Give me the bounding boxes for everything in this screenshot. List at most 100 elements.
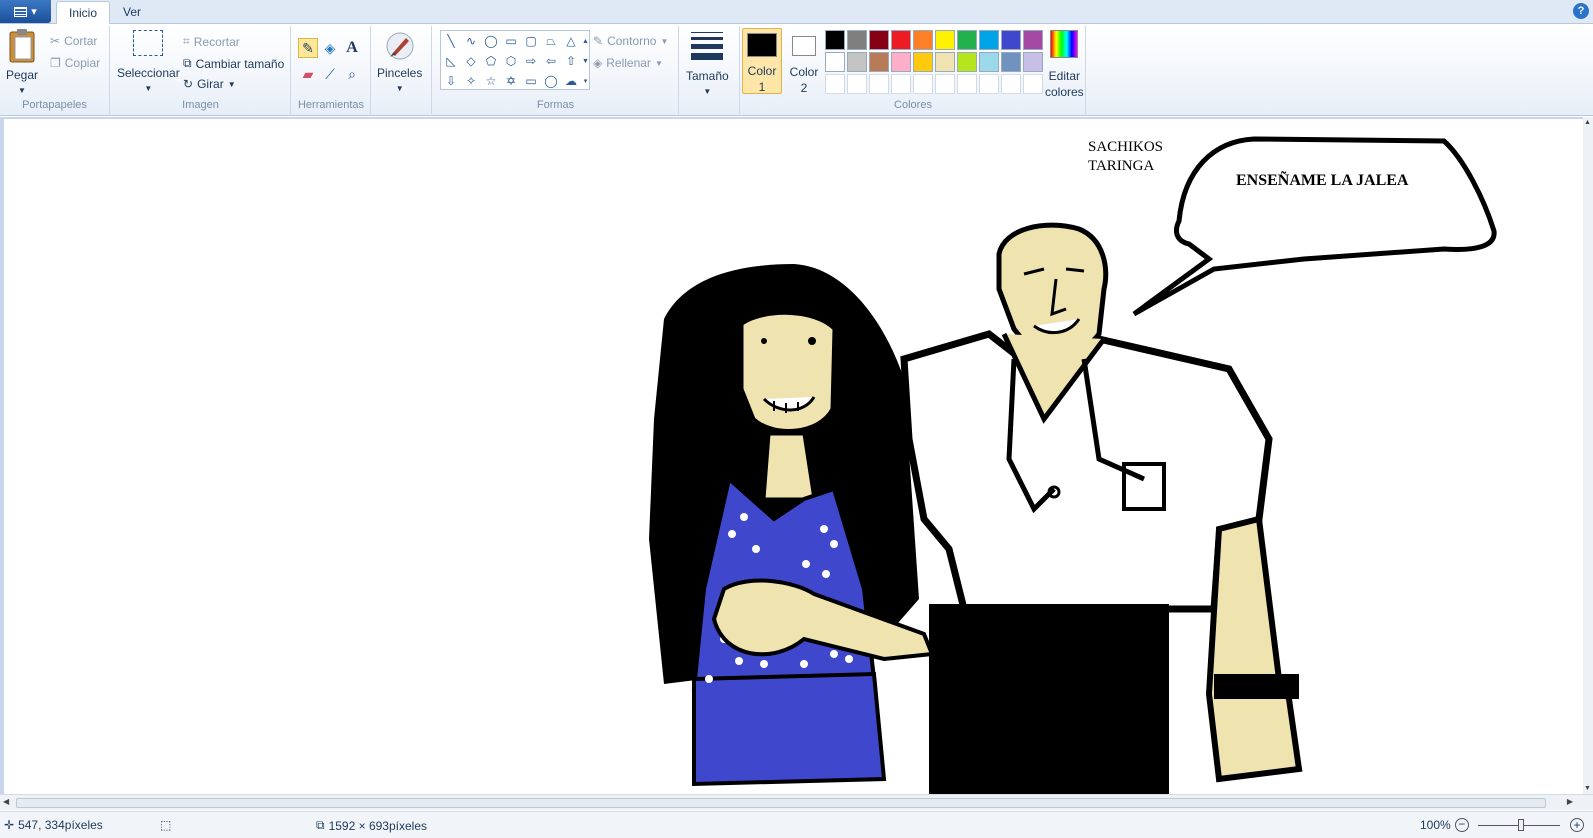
zoom-in-icon[interactable]: + [1570,818,1584,832]
palette-swatch[interactable] [825,74,845,94]
arrow-up-shape-icon[interactable]: ⇧ [561,51,581,71]
rounded-rect-shape-icon[interactable]: ▢ [521,31,541,51]
palette-swatch[interactable] [957,30,977,50]
scroll-left-icon[interactable]: ◀ [3,797,9,806]
size-button[interactable]: Tamaño ▼ [686,32,729,96]
palette-swatch[interactable] [891,30,911,50]
pencil-icon[interactable]: ✎ [298,38,318,58]
magnifier-icon[interactable]: ⌕ [342,64,362,84]
arrow-down-shape-icon[interactable]: ⇩ [441,71,461,91]
canvas-area: ENSEÑAME LA JALEA SACHIKOS TARINGA [0,117,1593,794]
app-menu-button[interactable]: ▾ [0,0,51,23]
palette-swatch[interactable] [913,30,933,50]
palette-swatch[interactable] [869,30,889,50]
rectangle-shape-icon[interactable]: ▭ [501,31,521,51]
color2-number: 2 [800,81,808,95]
palette-swatch[interactable] [847,30,867,50]
palette-swatch[interactable] [825,30,845,50]
palette-swatch[interactable] [979,30,999,50]
tab-view[interactable]: Ver [111,1,153,24]
drawing-canvas[interactable]: ENSEÑAME LA JALEA SACHIKOS TARINGA [4,119,1586,794]
hexagon-shape-icon[interactable]: ⬡ [501,51,521,71]
palette-swatch[interactable] [891,52,911,72]
polygon-shape-icon[interactable]: ⏢ [541,31,561,51]
palette-swatch[interactable] [935,74,955,94]
curve-shape-icon[interactable]: ∿ [461,31,481,51]
four-point-star-icon[interactable]: ✧ [461,71,481,91]
crop-button[interactable]: ⌗ Recortar [183,34,240,49]
palette-swatch[interactable] [825,52,845,72]
zoom-out-icon[interactable]: − [1454,818,1469,832]
horizontal-scrollbar[interactable]: ◀ ▶ [0,794,1593,810]
more-shapes-icon[interactable]: ▾ [581,71,590,91]
palette-swatch[interactable] [979,74,999,94]
six-point-star-icon[interactable]: ✡ [501,71,521,91]
callout-oval-icon[interactable]: ◯ [541,71,561,91]
outline-button[interactable]: ✎ Contorno ▼ [593,34,668,48]
palette-swatch[interactable] [957,74,977,94]
group-size: Tamaño ▼ [680,26,740,114]
arrow-right-shape-icon[interactable]: ⇨ [521,51,541,71]
edit-colors-button[interactable]: Editar colores [1045,30,1084,98]
scroll-up-icon[interactable]: ▲ [581,31,590,51]
brushes-button[interactable]: Pinceles ▼ [377,30,422,93]
pentagon-shape-icon[interactable]: ⬠ [481,51,501,71]
palette-swatch[interactable] [979,52,999,72]
fill-button[interactable]: ◈ Rellenar ▼ [593,56,663,70]
palette-swatch[interactable] [1001,30,1021,50]
paste-button[interactable]: Pegar ▼ [6,28,38,95]
scroll-right-icon[interactable]: ▶ [1567,797,1573,806]
zoom-level: 100% − [1420,818,1469,832]
select-button[interactable]: Seleccionar ▼ [117,30,180,93]
scroll-down-icon[interactable]: ▼ [1584,785,1591,792]
chevron-down-icon: ▼ [227,79,236,89]
copy-button[interactable]: ❐ Copiar [50,56,100,70]
color2-button[interactable]: Color 2 [784,28,824,94]
horizontal-scroll-thumb[interactable] [16,798,1546,808]
fill-label: Rellenar [606,56,651,70]
zoom-slider-thumb[interactable] [1518,819,1524,831]
tab-home[interactable]: Inicio [56,1,111,25]
right-triangle-shape-icon[interactable]: ◺ [441,51,461,71]
star-shape-icon[interactable]: ☆ [481,71,501,91]
copy-label: Copiar [64,56,101,70]
arrow-left-shape-icon[interactable]: ⇦ [541,51,561,71]
diamond-shape-icon[interactable]: ◇ [461,51,481,71]
callout-rect-icon[interactable]: ▭ [521,71,541,91]
palette-swatch[interactable] [935,30,955,50]
palette-swatch[interactable] [1001,74,1021,94]
ribbon-tabbar: ▾ Inicio Ver ? [0,0,1593,25]
palette-swatch[interactable] [891,74,911,94]
palette-swatch[interactable] [935,52,955,72]
fill-bucket-icon[interactable]: ◈ [320,38,340,58]
palette-swatch[interactable] [847,52,867,72]
triangle-shape-icon[interactable]: △ [561,31,581,51]
zoom-slider[interactable] [1478,819,1560,831]
line-shape-icon[interactable]: ╲ [441,31,461,51]
palette-swatch[interactable] [1023,74,1043,94]
palette-swatch[interactable] [913,74,933,94]
rotate-button[interactable]: ↻ Girar ▼ [183,77,236,91]
callout-cloud-icon[interactable]: ☁ [561,71,581,91]
speech-text: ENSEÑAME LA JALEA [1236,170,1409,189]
text-tool-icon[interactable]: A [342,38,362,58]
scroll-down-icon[interactable]: ▼ [581,51,590,71]
vertical-scrollbar[interactable]: ▲ ▼ [1583,117,1593,794]
palette-swatch[interactable] [913,52,933,72]
palette-swatch[interactable] [1001,52,1021,72]
palette-swatch[interactable] [1023,30,1043,50]
palette-swatch[interactable] [847,74,867,94]
scroll-up-icon[interactable]: ▲ [1584,119,1591,126]
help-icon[interactable]: ? [1573,3,1589,19]
oval-shape-icon[interactable]: ◯ [481,31,501,51]
resize-button[interactable]: ⧉ Cambiar tamaño [183,56,284,71]
color1-button[interactable]: Color 1 [742,28,782,94]
color-picker-icon[interactable]: ⟋ [320,64,340,84]
eraser-icon[interactable]: ▰ [298,64,318,84]
canvas-size-icon: ⧉ [316,818,325,832]
palette-swatch[interactable] [957,52,977,72]
palette-swatch[interactable] [1023,52,1043,72]
palette-swatch[interactable] [869,74,889,94]
palette-swatch[interactable] [869,52,889,72]
cut-button[interactable]: ✂ Cortar [50,34,97,48]
